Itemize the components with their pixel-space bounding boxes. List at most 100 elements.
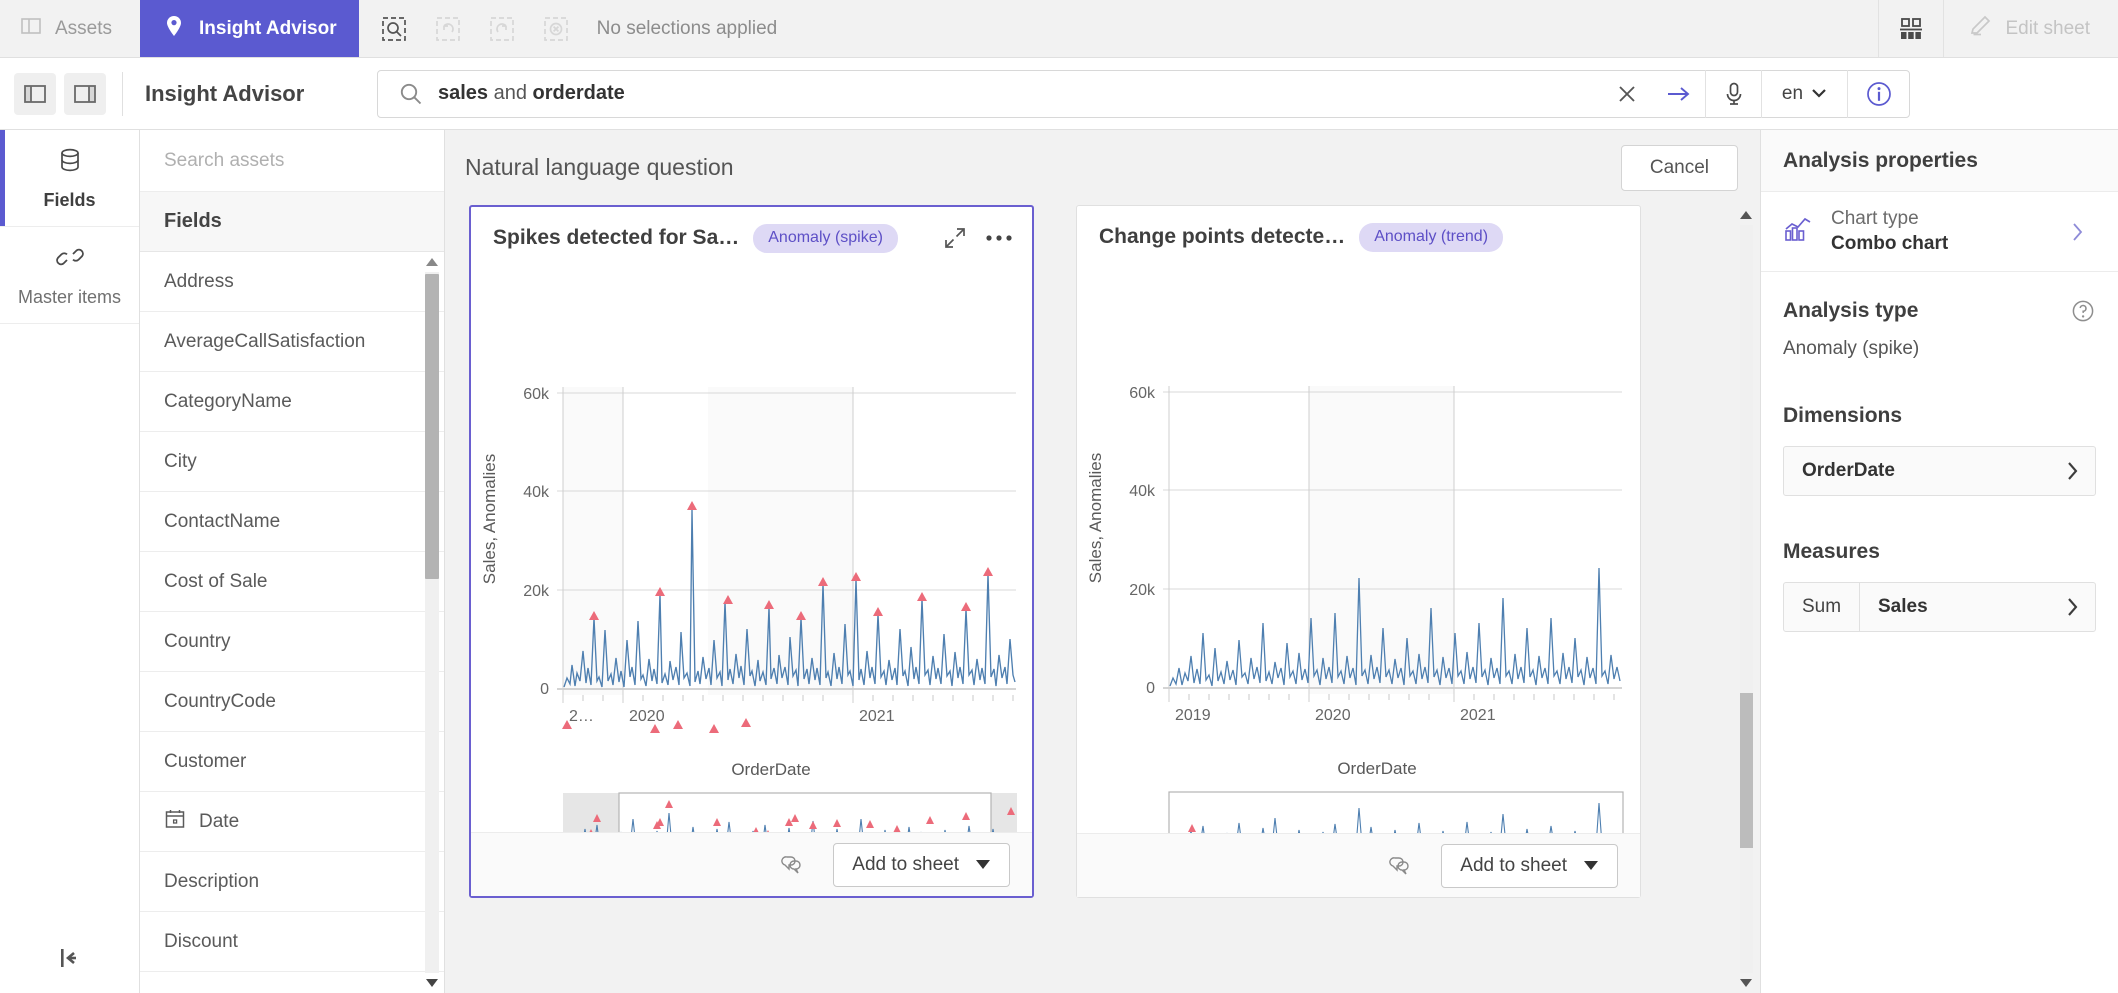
card-chart-2[interactable]: Sales, Anomalies 60k 40k 20k 0 2019 2020… bbox=[1077, 268, 1640, 833]
feedback-icon[interactable] bbox=[777, 848, 811, 882]
analysis-type-heading: Analysis type bbox=[1761, 272, 2118, 324]
assets-scroll-track[interactable] bbox=[425, 272, 439, 973]
insight-advisor-tab[interactable]: Insight Advisor bbox=[140, 0, 359, 57]
svg-text:2021: 2021 bbox=[859, 708, 895, 725]
list-item[interactable]: Date bbox=[140, 792, 444, 852]
combo-chart-change-points[interactable]: Sales, Anomalies 60k 40k 20k 0 2019 2020… bbox=[1077, 268, 1640, 833]
more-options-icon[interactable] bbox=[982, 221, 1016, 255]
chart-type-label: Chart type bbox=[1831, 208, 1919, 229]
field-label: ContactName bbox=[164, 510, 281, 532]
field-label: Discount bbox=[164, 930, 238, 952]
field-label: Address bbox=[164, 270, 234, 292]
insight-card-change-points[interactable]: Change points detecte… Anomaly (trend) S… bbox=[1076, 205, 1641, 898]
cancel-button[interactable]: Cancel bbox=[1620, 144, 1738, 191]
status-badge: Anomaly (trend) bbox=[1359, 222, 1504, 252]
list-item[interactable]: Country bbox=[140, 612, 444, 672]
card-chart-1[interactable]: Sales, Anomalies 60k 40k 20k 0 2… 2020 2… bbox=[471, 269, 1032, 832]
analysis-properties-panel: Analysis properties Chart type Combo cha… bbox=[1760, 130, 2118, 993]
edit-sheet-button[interactable]: Edit sheet bbox=[1944, 0, 2118, 57]
list-item[interactable]: Description bbox=[140, 852, 444, 912]
sidebar-item-fields[interactable]: Fields bbox=[0, 130, 139, 227]
main-body: Fields Master items Search assets Fields… bbox=[0, 130, 2118, 993]
chart-type-row[interactable]: Chart type Combo chart bbox=[1761, 192, 2118, 272]
measure-item-sales[interactable]: Sum Sales bbox=[1783, 582, 2096, 632]
caret-up-icon[interactable] bbox=[1739, 205, 1753, 225]
list-item[interactable]: Address bbox=[140, 252, 444, 312]
assets-panel: Search assets Fields Address AverageCall… bbox=[140, 130, 445, 993]
add-to-sheet-button[interactable]: Add to sheet bbox=[833, 842, 1010, 887]
assets-scrollbar[interactable] bbox=[423, 252, 441, 993]
card-footer: Add to sheet bbox=[471, 832, 1032, 896]
list-item[interactable]: CountryCode bbox=[140, 672, 444, 732]
list-item[interactable]: AverageCallSatisfaction bbox=[140, 312, 444, 372]
left-panel-toggle-icon[interactable] bbox=[14, 72, 56, 115]
list-item[interactable]: City bbox=[140, 432, 444, 492]
list-item[interactable]: Customer bbox=[140, 732, 444, 792]
help-circle-icon[interactable] bbox=[2070, 298, 2096, 324]
chart-type-value: Combo chart bbox=[1831, 233, 1949, 254]
microphone-icon[interactable] bbox=[1705, 69, 1761, 118]
svg-text:40k: 40k bbox=[523, 484, 550, 501]
field-list: Address AverageCallSatisfaction Category… bbox=[140, 252, 444, 993]
assets-search-input[interactable]: Search assets bbox=[140, 130, 444, 192]
list-item[interactable]: CategoryName bbox=[140, 372, 444, 432]
svg-text:20k: 20k bbox=[1129, 582, 1156, 599]
link-icon bbox=[55, 242, 85, 277]
assets-button[interactable]: Assets bbox=[0, 0, 140, 57]
page-title: Insight Advisor bbox=[122, 71, 367, 116]
query-token-and: and bbox=[488, 82, 533, 104]
add-to-sheet-label: Add to sheet bbox=[852, 853, 959, 875]
dimension-item-orderdate[interactable]: OrderDate bbox=[1783, 446, 2096, 496]
svg-text:2021: 2021 bbox=[1460, 707, 1496, 724]
assets-scroll-thumb[interactable] bbox=[425, 274, 439, 579]
selection-search-icon[interactable] bbox=[367, 0, 421, 58]
calendar-icon bbox=[164, 808, 186, 836]
language-selector[interactable]: en bbox=[1761, 69, 1847, 118]
field-label: Description bbox=[164, 870, 260, 892]
top-bar: Assets Insight Advisor No selections app… bbox=[0, 0, 2118, 58]
caret-down-icon[interactable] bbox=[425, 973, 439, 993]
combo-chart-spikes[interactable]: Sales, Anomalies 60k 40k 20k 0 2… 2020 2… bbox=[471, 269, 1032, 832]
topbar-right: Edit sheet bbox=[1877, 0, 2118, 57]
field-label: Cost of Sale bbox=[164, 570, 268, 592]
svg-text:OrderDate: OrderDate bbox=[1337, 759, 1416, 778]
language-label: en bbox=[1781, 82, 1804, 104]
svg-text:Sales, Anomalies: Sales, Anomalies bbox=[480, 454, 499, 584]
selection-toolbar bbox=[359, 0, 583, 57]
nlq-header: Natural language question Cancel bbox=[445, 130, 1760, 205]
content-scrollbar[interactable] bbox=[1738, 205, 1754, 993]
panel-toggle-group bbox=[0, 72, 122, 115]
feedback-icon[interactable] bbox=[1385, 849, 1419, 883]
search-icon bbox=[378, 81, 438, 107]
sidebar-item-master-items[interactable]: Master items bbox=[0, 227, 139, 324]
chart-type-labels: Chart type Combo chart bbox=[1831, 208, 1948, 255]
assets-section-title: Fields bbox=[140, 192, 444, 252]
expand-icon[interactable] bbox=[938, 221, 972, 255]
insight-card-spikes[interactable]: Spikes detected for Sa… Anomaly (spike) bbox=[469, 205, 1034, 898]
sheet-grid-icon[interactable] bbox=[1877, 0, 1944, 57]
info-circle-icon[interactable] bbox=[1847, 69, 1909, 118]
insight-cards: Spikes detected for Sa… Anomaly (spike) bbox=[445, 205, 1760, 993]
caret-up-icon[interactable] bbox=[425, 252, 439, 272]
assets-label: Assets bbox=[55, 17, 113, 39]
list-item[interactable]: Cost of Sale bbox=[140, 552, 444, 612]
svg-text:2019: 2019 bbox=[1175, 707, 1211, 724]
field-label: Country bbox=[164, 630, 231, 652]
field-label: AverageCallSatisfaction bbox=[164, 330, 366, 352]
card-footer: Add to sheet bbox=[1077, 833, 1640, 897]
list-item[interactable]: ContactName bbox=[140, 492, 444, 552]
content-scroll-thumb[interactable] bbox=[1739, 693, 1753, 848]
caret-down-icon[interactable] bbox=[1739, 973, 1753, 993]
collapse-left-icon[interactable] bbox=[0, 945, 139, 971]
arrow-right-icon[interactable] bbox=[1653, 70, 1705, 118]
search-input[interactable]: sales and orderdate en bbox=[377, 69, 1910, 118]
content-scroll-track[interactable] bbox=[1739, 225, 1753, 973]
right-panel-toggle-icon[interactable] bbox=[64, 72, 106, 115]
measures-label: Measures bbox=[1783, 540, 1880, 563]
list-item[interactable]: Discount bbox=[140, 912, 444, 972]
close-icon[interactable] bbox=[1601, 70, 1653, 118]
chevron-right-icon bbox=[2065, 596, 2095, 618]
sidebar-item-label: Master items bbox=[17, 287, 122, 307]
add-to-sheet-button[interactable]: Add to sheet bbox=[1441, 843, 1618, 888]
card-actions bbox=[938, 221, 1016, 255]
